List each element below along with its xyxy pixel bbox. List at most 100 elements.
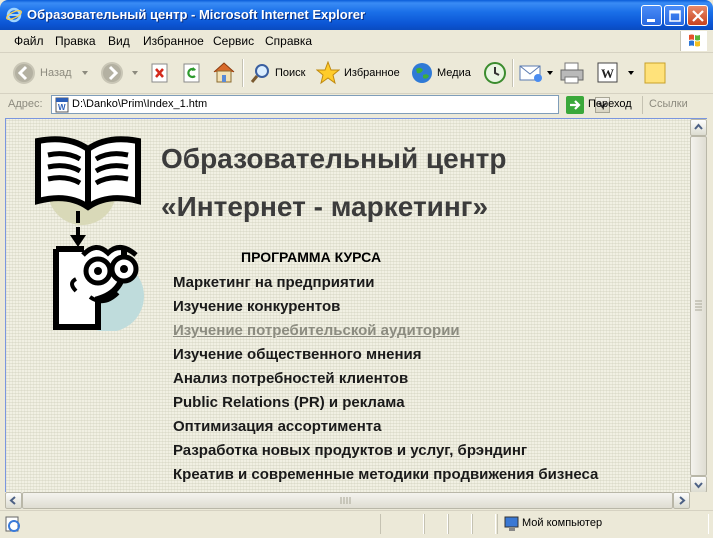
scroll-left-button[interactable]: [5, 492, 22, 509]
toolbar-separator: [512, 59, 514, 87]
grip-icon: [695, 300, 702, 311]
favorites-star-icon: [316, 61, 340, 85]
page-status-icon: [5, 516, 20, 532]
vertical-scroll-thumb[interactable]: [690, 136, 707, 476]
windows-flag-icon: [689, 34, 700, 47]
media-globe-icon: [412, 63, 432, 83]
course-link[interactable]: Маркетинг на предприятии: [173, 274, 375, 291]
stop-button[interactable]: [148, 53, 172, 93]
menu-file[interactable]: Файл: [14, 34, 44, 48]
vertical-scrollbar[interactable]: [690, 118, 707, 493]
favorites-button[interactable]: Избранное: [316, 53, 402, 93]
window-title: Образовательный центр - Microsoft Intern…: [27, 7, 366, 22]
note-icon: [644, 62, 666, 84]
status-cell: [424, 514, 448, 534]
chevron-down-icon: [694, 482, 703, 489]
menu-help[interactable]: Справка: [265, 34, 312, 48]
address-bar: Адрес: W Переход Ссылки: [0, 94, 713, 116]
search-button[interactable]: Поиск: [248, 53, 310, 93]
course-link[interactable]: Разработка новых продуктов и услуг, брэн…: [173, 442, 527, 459]
windows-logo: [680, 31, 707, 51]
printer-icon: [560, 62, 584, 84]
course-link[interactable]: Креатив и современные методики продвижен…: [173, 466, 598, 483]
media-button[interactable]: Медиа: [410, 53, 476, 93]
course-link[interactable]: Изучение конкурентов: [173, 298, 340, 315]
word-icon: W: [597, 62, 618, 83]
address-field[interactable]: W: [51, 95, 610, 114]
mail-button[interactable]: [518, 53, 546, 93]
search-icon: [250, 64, 269, 83]
horizontal-scrollbar[interactable]: [5, 492, 690, 509]
address-label: Адрес:: [8, 98, 43, 110]
forward-button[interactable]: [100, 53, 130, 93]
status-cell: [448, 514, 472, 534]
discuss-button[interactable]: [642, 53, 668, 93]
page-title-line2: «Интернет - маркетинг»: [161, 191, 489, 222]
edit-word-button[interactable]: W: [596, 53, 622, 93]
title-bar[interactable]: Образовательный центр - Microsoft Intern…: [0, 0, 713, 30]
back-arrow-icon: [13, 62, 35, 84]
minimize-button[interactable]: [641, 5, 662, 26]
back-dropdown[interactable]: [82, 71, 88, 75]
search-label: Поиск: [275, 67, 306, 79]
chevron-left-icon: [9, 496, 16, 505]
status-bar: Мой компьютер: [0, 510, 713, 538]
horizontal-scroll-thumb[interactable]: [22, 492, 673, 509]
computer-icon: [504, 516, 519, 531]
menu-edit[interactable]: Правка: [55, 34, 96, 48]
course-link[interactable]: Анализ потребностей клиентов: [173, 370, 408, 387]
grip-icon: [340, 497, 351, 504]
history-icon: [484, 62, 506, 84]
address-input[interactable]: [72, 98, 512, 110]
chevron-up-icon: [694, 123, 703, 130]
scroll-down-button[interactable]: [690, 476, 707, 493]
menu-view[interactable]: Вид: [108, 34, 130, 48]
svg-text:W: W: [601, 66, 614, 81]
home-button[interactable]: [210, 53, 238, 93]
ie-icon: [6, 7, 22, 23]
stop-icon: [151, 63, 168, 83]
favorites-label: Избранное: [344, 67, 400, 79]
print-button[interactable]: [558, 53, 586, 93]
svg-text:W: W: [58, 103, 66, 112]
maximize-icon: [669, 10, 681, 22]
book-person-icon: [35, 136, 144, 331]
status-cell: [472, 514, 496, 534]
menu-favorites[interactable]: Избранное: [143, 34, 204, 48]
forward-arrow-icon: [101, 62, 123, 84]
maximize-button[interactable]: [664, 5, 685, 26]
back-button[interactable]: Назад: [10, 53, 78, 93]
forward-dropdown[interactable]: [132, 71, 138, 75]
page-title-line1: Образовательный центр: [161, 143, 507, 174]
scrollbar-corner: [690, 492, 707, 509]
course-link[interactable]: Public Relations (PR) и реклама: [173, 394, 405, 411]
toolbar-separator: [242, 59, 244, 87]
standard-toolbar: Назад Поиск Избранное Медиа W: [0, 53, 713, 94]
scroll-right-button[interactable]: [673, 492, 690, 509]
refresh-icon: [183, 63, 200, 83]
refresh-button[interactable]: [180, 53, 204, 93]
scroll-up-button[interactable]: [690, 119, 707, 136]
close-icon: [692, 10, 704, 22]
mail-dropdown[interactable]: [547, 71, 553, 75]
home-icon: [213, 62, 235, 83]
edit-dropdown[interactable]: [628, 71, 634, 75]
course-link[interactable]: Изучение общественного мнения: [173, 346, 422, 363]
status-cell: [380, 514, 424, 534]
program-heading: ПРОГРАММА КУРСА: [241, 249, 382, 265]
course-link[interactable]: Оптимизация ассортимента: [173, 418, 381, 435]
course-link-visited[interactable]: Изучение потребительской аудитории: [173, 322, 460, 339]
links-bar[interactable]: Ссылки: [642, 96, 688, 114]
close-button[interactable]: [687, 5, 708, 26]
word-document-icon: W: [55, 97, 69, 113]
mail-icon: [519, 65, 542, 82]
browser-window: Образовательный центр - Microsoft Intern…: [0, 0, 713, 538]
go-label: Переход: [588, 98, 632, 110]
media-label: Медиа: [437, 67, 471, 79]
chevron-right-icon: [679, 496, 686, 505]
history-button[interactable]: [482, 53, 508, 93]
minimize-icon: [647, 19, 655, 22]
back-label: Назад: [40, 67, 72, 79]
go-arrow-icon: [566, 96, 584, 114]
menu-tools[interactable]: Сервис: [213, 34, 254, 48]
